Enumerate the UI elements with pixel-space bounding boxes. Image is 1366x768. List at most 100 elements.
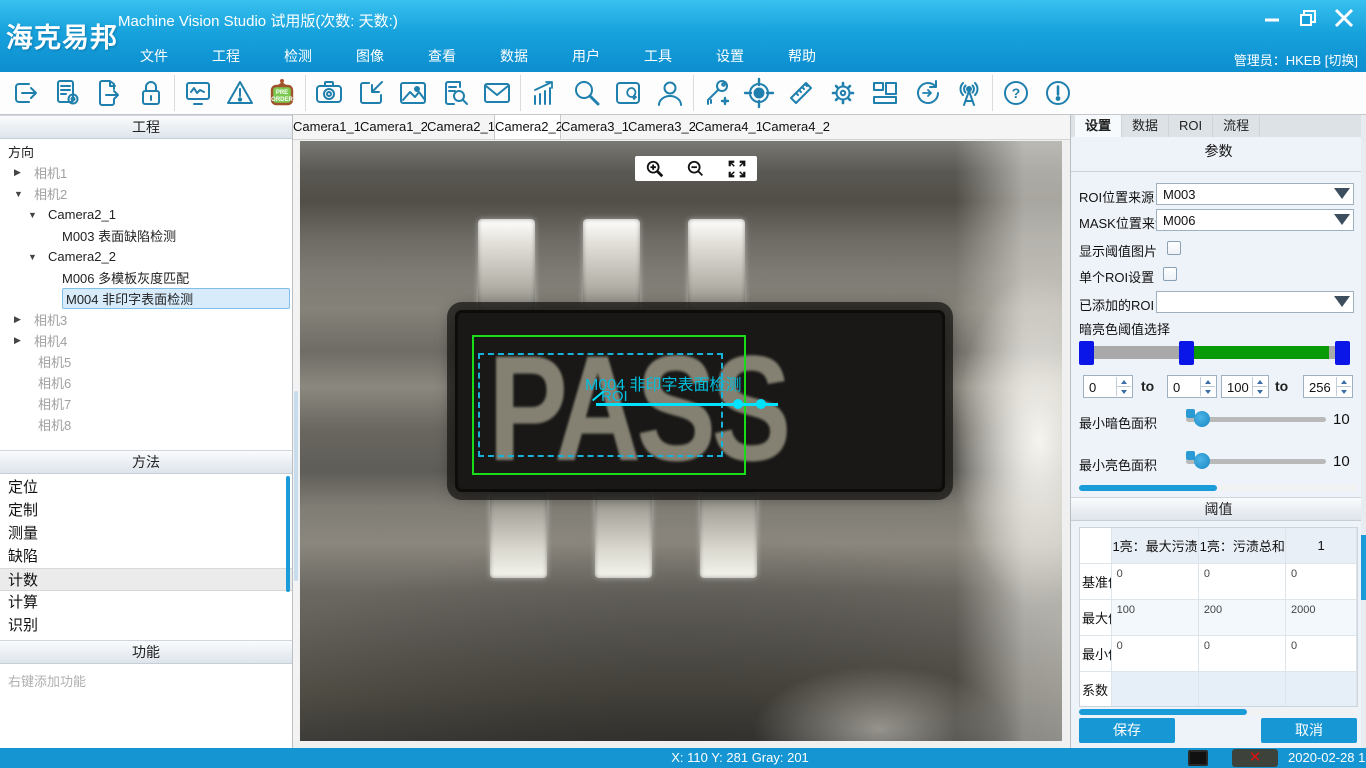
bright-from-spinner[interactable]: 100 — [1221, 375, 1269, 398]
tree-item-M003[interactable]: M003 表面缺陷检测 — [0, 225, 292, 246]
settings-tab-设置[interactable]: 设置 — [1075, 115, 1122, 137]
key-add-icon[interactable] — [696, 74, 738, 112]
threshold-cell[interactable] — [1199, 672, 1286, 707]
status-black-icon[interactable] — [1188, 750, 1208, 766]
threshold-cell[interactable]: 0 — [1112, 636, 1199, 671]
menu-item-查看[interactable]: 查看 — [406, 46, 478, 66]
method-item-定制[interactable]: 定制 — [0, 499, 292, 522]
threshold-handle-high[interactable] — [1335, 341, 1350, 365]
cancel-button[interactable]: 取消 — [1261, 718, 1357, 743]
tree-item-Camera2_2[interactable]: ▼Camera2_2 — [0, 246, 292, 267]
threshold-cell[interactable] — [1112, 672, 1199, 707]
tree-item-相机1[interactable]: ▶相机1 — [0, 162, 292, 183]
min-bright-slider[interactable] — [1186, 459, 1326, 464]
expanded-arrow-icon[interactable]: ▼ — [28, 210, 37, 220]
tree-item-方向[interactable]: 方向 — [0, 141, 292, 162]
dark-to-spinner[interactable]: 0 — [1167, 375, 1217, 398]
threshold-cell[interactable]: 2000 — [1286, 600, 1357, 635]
tree-item-相机6[interactable]: 相机6 — [0, 372, 292, 393]
menu-item-数据[interactable]: 数据 — [478, 46, 550, 66]
panel-vscrollbar[interactable] — [1361, 115, 1366, 748]
threshold-cell[interactable]: 200 — [1199, 600, 1286, 635]
bright-to-spinner[interactable]: 256 — [1303, 375, 1353, 398]
min-dark-slider[interactable] — [1186, 417, 1326, 422]
tree-item-相机8[interactable]: 相机8 — [0, 414, 292, 435]
tree-item-相机3[interactable]: ▶相机3 — [0, 309, 292, 330]
threshold-cell[interactable]: 0 — [1199, 564, 1286, 599]
menu-item-文件[interactable]: 文件 — [118, 46, 190, 66]
tree-item-M006[interactable]: M006 多模板灰度匹配 — [0, 267, 292, 288]
tree-item-相机5[interactable]: 相机5 — [0, 351, 292, 372]
min-dark-handle[interactable] — [1194, 411, 1210, 427]
threshold-cell[interactable]: 0 — [1199, 636, 1286, 671]
preorder-icon[interactable]: PREORDER — [261, 74, 303, 112]
mail-icon[interactable] — [476, 74, 518, 112]
layout-icon[interactable] — [864, 74, 906, 112]
menu-item-工程[interactable]: 工程 — [190, 46, 262, 66]
threshold-cell[interactable]: 0 — [1112, 564, 1199, 599]
tree-item-相机7[interactable]: 相机7 — [0, 393, 292, 414]
menu-item-检测[interactable]: 检测 — [262, 46, 334, 66]
target-icon[interactable] — [738, 74, 780, 112]
threshold-handle-low[interactable] — [1079, 341, 1094, 365]
switch-user-link[interactable]: [切换] — [1325, 53, 1358, 68]
camera-icon[interactable] — [308, 74, 350, 112]
method-item-定位[interactable]: 定位 — [0, 476, 292, 499]
menu-item-工具[interactable]: 工具 — [622, 46, 694, 66]
threshold-cell[interactable]: 100 — [1112, 600, 1199, 635]
gear-icon[interactable] — [822, 74, 864, 112]
minimize-button[interactable] — [1260, 6, 1284, 30]
settings-tab-ROI[interactable]: ROI — [1169, 115, 1213, 137]
min-bright-handle[interactable] — [1194, 453, 1210, 469]
menu-item-设置[interactable]: 设置 — [694, 46, 766, 66]
method-item-识别[interactable]: 识别 — [0, 614, 292, 637]
zoom-out-icon[interactable] — [686, 159, 706, 179]
ruler-icon[interactable] — [780, 74, 822, 112]
added-roi-select[interactable] — [1156, 291, 1354, 313]
show-threshold-checkbox[interactable] — [1167, 241, 1181, 255]
toolbox-icon[interactable] — [607, 74, 649, 112]
fit-screen-icon[interactable] — [727, 159, 747, 179]
search-icon[interactable] — [565, 74, 607, 112]
tree-item-相机2[interactable]: ▼相机2 — [0, 183, 292, 204]
image-icon[interactable] — [392, 74, 434, 112]
camera-tab-Camera2_2[interactable]: Camera2_2 — [494, 115, 561, 139]
lock-icon[interactable] — [130, 74, 172, 112]
mask-source-select[interactable]: M006 — [1156, 209, 1354, 231]
roi-drag-handle[interactable] — [756, 399, 766, 409]
tree-item-相机4[interactable]: ▶相机4 — [0, 330, 292, 351]
tree-item-Camera2_1[interactable]: ▼Camera2_1 — [0, 204, 292, 225]
collapsed-arrow-icon[interactable]: ▶ — [14, 314, 21, 325]
project-settings-icon[interactable] — [46, 74, 88, 112]
sync-icon[interactable] — [906, 74, 948, 112]
monitor-icon[interactable] — [177, 74, 219, 112]
threshold-handle-mid[interactable] — [1179, 341, 1194, 365]
import-icon[interactable] — [350, 74, 392, 112]
menu-item-帮助[interactable]: 帮助 — [766, 46, 838, 66]
collapsed-arrow-icon[interactable]: ▶ — [14, 167, 21, 178]
camera-tab-Camera3_2[interactable]: Camera3_2 — [628, 115, 695, 139]
camera-tab-Camera2_1[interactable]: Camera2_1 — [427, 115, 494, 139]
zoom-in-icon[interactable] — [645, 159, 665, 179]
threshold-cell[interactable] — [1286, 672, 1357, 707]
method-item-计数[interactable]: 计数 — [0, 568, 292, 591]
camera-tab-Camera4_1[interactable]: Camera4_1 — [695, 115, 762, 139]
camera-tab-Camera3_1[interactable]: Camera3_1 — [561, 115, 628, 139]
table-hscrollbar[interactable] — [1079, 709, 1357, 715]
expanded-arrow-icon[interactable]: ▼ — [28, 252, 37, 262]
about-icon[interactable] — [1037, 74, 1079, 112]
report-search-icon[interactable] — [434, 74, 476, 112]
close-button[interactable] — [1332, 6, 1356, 30]
roi-handle-line[interactable] — [596, 403, 778, 406]
roi-source-select[interactable]: M003 — [1156, 183, 1354, 205]
export-icon[interactable] — [88, 74, 130, 112]
help-icon[interactable]: ? — [995, 74, 1037, 112]
menu-item-图像[interactable]: 图像 — [334, 46, 406, 66]
threshold-cell[interactable]: 0 — [1286, 564, 1357, 599]
chart-icon[interactable] — [523, 74, 565, 112]
camera-image[interactable]: PASS M004 非印字表面检测 ROI — [300, 141, 1062, 741]
roi-drag-handle[interactable] — [733, 399, 743, 409]
menu-item-用户[interactable]: 用户 — [550, 46, 622, 66]
method-item-测量[interactable]: 测量 — [0, 522, 292, 545]
method-list-scrollbar[interactable] — [286, 476, 290, 592]
